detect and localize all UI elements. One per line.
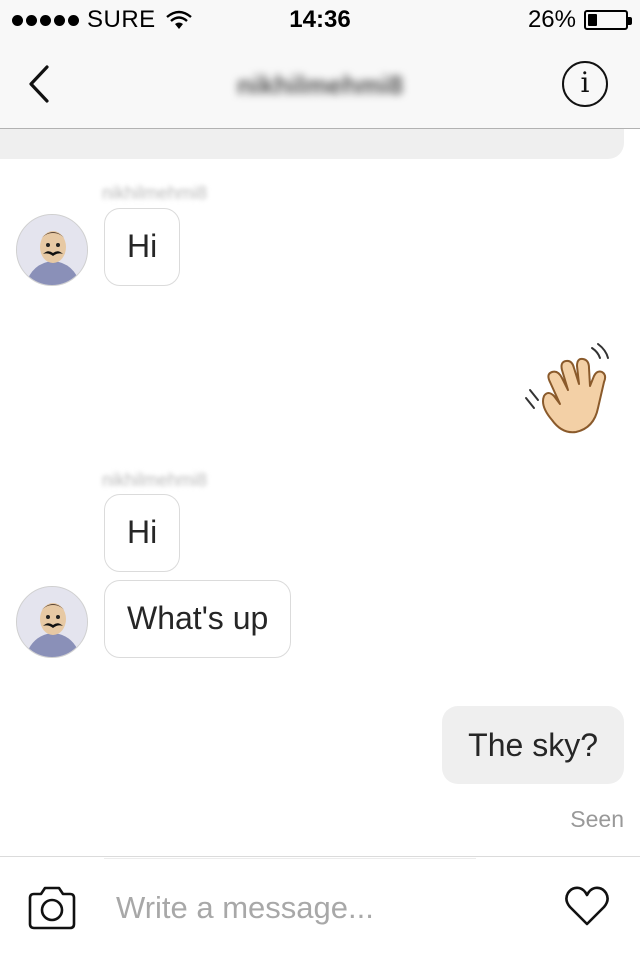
heart-icon[interactable] [563,884,611,928]
camera-icon[interactable] [26,884,78,932]
conversation-title[interactable]: nikhilmehmi8 [0,70,640,101]
message-bubble[interactable]: Hi [104,208,181,286]
divider [104,858,476,859]
avatar-image [17,587,87,657]
conversation-header: nikhilmehmi8 i [0,40,640,129]
info-icon[interactable]: i [562,61,608,107]
status-bar: SURE 14:36 26% [0,0,640,40]
composer-divider [0,856,640,857]
avatar[interactable] [16,586,88,658]
sender-name: nikhilmehmi8 [102,470,208,490]
avatar-image [17,215,87,285]
waving-hand-icon[interactable] [522,342,622,442]
battery-icon [584,10,632,30]
battery-level [588,14,597,26]
battery-percent: 26% [527,6,576,33]
message-bubble-outgoing[interactable]: The sky? [442,706,624,784]
avatar[interactable] [16,214,88,286]
sender-name: nikhilmehmi8 [102,183,208,203]
message-bubble[interactable]: Hi [104,494,181,572]
message-input[interactable] [116,884,536,932]
message-bubble[interactable]: What's up [104,580,292,658]
previous-message-edge [0,129,624,159]
seen-receipt: Seen [570,806,624,832]
battery-status: 26% [527,6,632,34]
